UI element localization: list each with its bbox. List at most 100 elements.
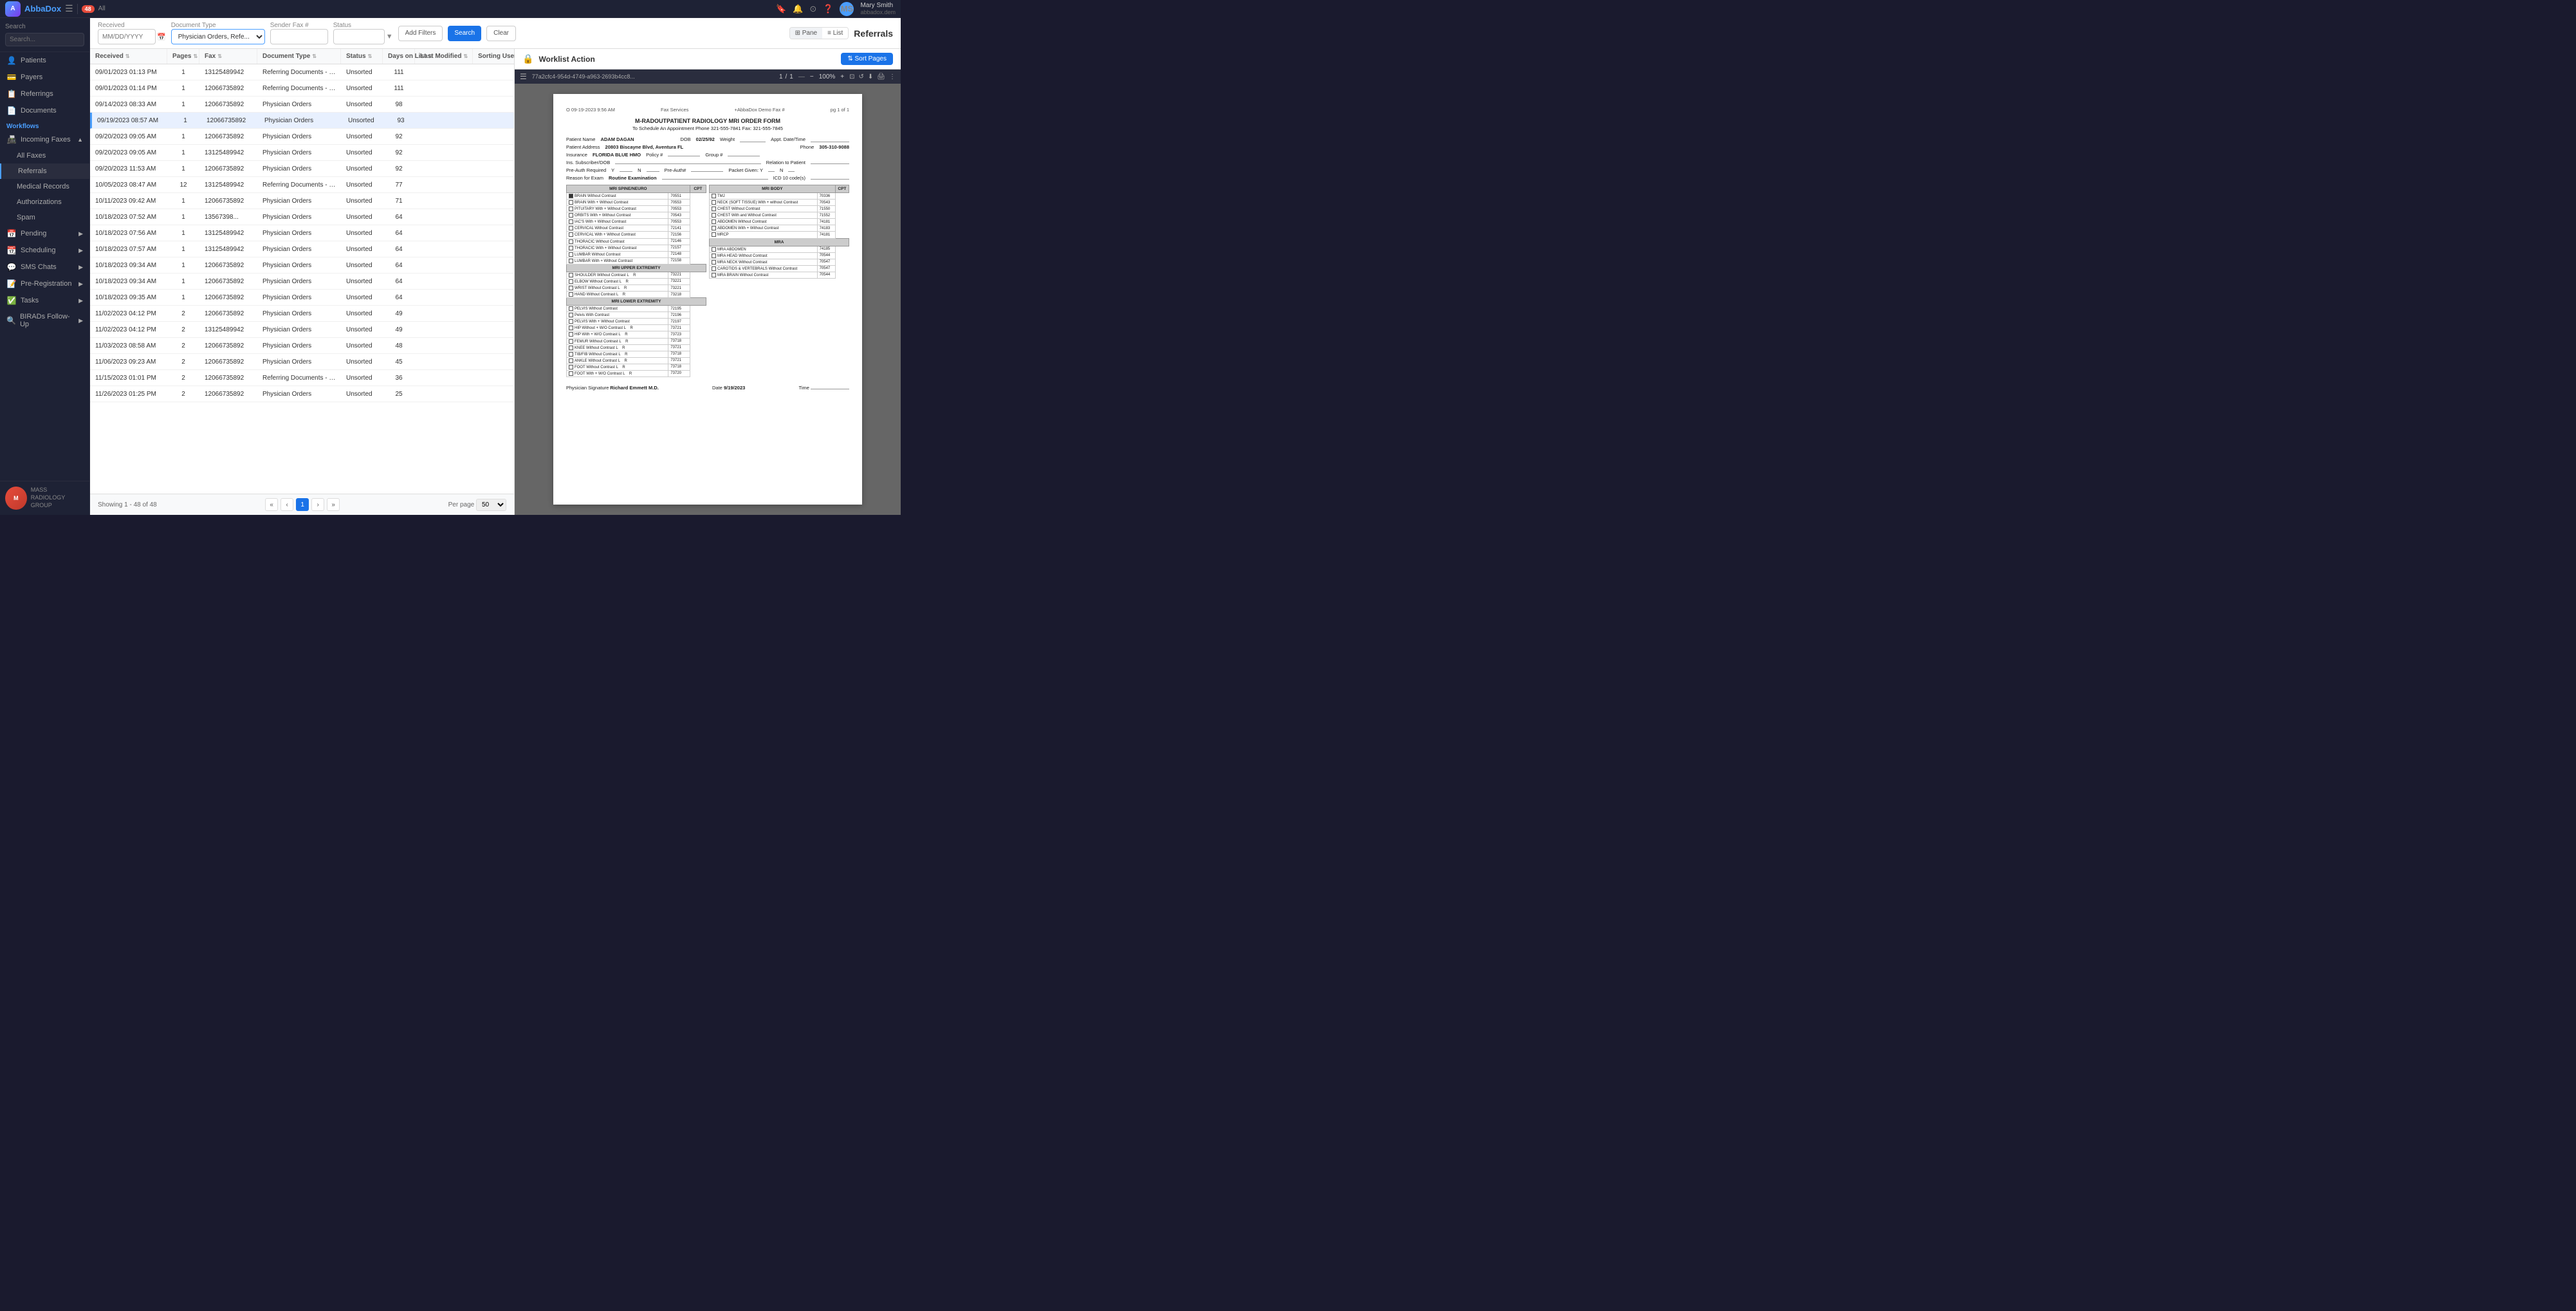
sidebar-item-tasks[interactable]: ✅ Tasks ▶ [0, 292, 89, 309]
table-row[interactable]: 09/20/2023 09:05 AM 1 13125489942 Physic… [90, 145, 514, 161]
add-filters-button[interactable]: Add Filters [398, 26, 443, 41]
sidebar-item-spam[interactable]: Spam [0, 210, 89, 225]
fit-page-icon[interactable]: ⊡ [849, 73, 854, 80]
table-row[interactable]: 10/18/2023 07:52 AM 1 13567398... Physic… [90, 209, 514, 225]
th-status[interactable]: Status ⇅ [341, 49, 383, 64]
sidebar-item-referrings[interactable]: 📋 Referrings [0, 86, 89, 102]
status-input[interactable] [333, 29, 385, 44]
table-row[interactable]: 11/26/2023 01:25 PM 2 12066735892 Physic… [90, 386, 514, 402]
more-options-icon[interactable]: ⋮ [889, 73, 896, 80]
appt-line [811, 136, 849, 142]
sort-modified-icon: ⇅ [463, 53, 468, 59]
table-row[interactable]: 11/02/2023 04:12 PM 2 12066735892 Physic… [90, 306, 514, 322]
calendar-icon[interactable]: 📅 [157, 33, 166, 41]
bell-icon[interactable]: 🔔 [793, 4, 803, 14]
notification-badge[interactable]: 48 [82, 5, 95, 13]
sidebar-item-pre-registration[interactable]: 📝 Pre-Registration ▶ [0, 275, 89, 292]
pane-view-button[interactable]: ⊞ Pane [790, 28, 823, 39]
th-modified[interactable]: Last Modified ⇅ [415, 49, 473, 64]
table-row[interactable]: 10/18/2023 09:35 AM 1 12066735892 Physic… [90, 290, 514, 306]
td-doctype: Physician Orders [257, 98, 341, 111]
user-avatar[interactable]: MS [840, 2, 854, 16]
prev-page-button[interactable]: ‹ [281, 498, 293, 511]
sidebar-item-authorizations[interactable]: Authorizations [0, 194, 89, 210]
th-received[interactable]: Received ⇅ [90, 49, 167, 64]
cpt-tmj: 70336 [817, 193, 835, 200]
per-page-select[interactable]: 50 25 100 [476, 499, 506, 511]
patients-icon: 👤 [6, 56, 17, 65]
page-1-button[interactable]: 1 [296, 498, 309, 511]
table-row[interactable]: 10/05/2023 08:47 AM 12 13125489942 Refer… [90, 177, 514, 193]
status-dropdown-icon[interactable]: ▼ [386, 33, 393, 41]
table-row[interactable]: 10/18/2023 07:57 AM 1 13125489942 Physic… [90, 241, 514, 257]
sort-pages-button[interactable]: ⇅ Sort Pages [841, 53, 893, 65]
circle-icon[interactable]: ⊙ [809, 4, 816, 14]
sidebar-item-sms-chats[interactable]: 💬 SMS Chats ▶ [0, 259, 89, 275]
th-days[interactable]: Days on List ⇅ [383, 49, 415, 64]
preauth-y: Y [611, 167, 614, 173]
clear-button[interactable]: Clear [486, 26, 516, 41]
sidebar-item-all-faxes[interactable]: All Faxes [0, 148, 89, 163]
table-row[interactable]: 11/03/2023 08:58 AM 2 12066735892 Physic… [90, 338, 514, 354]
table-row[interactable]: 09/14/2023 08:33 AM 1 12066735892 Physic… [90, 97, 514, 113]
table-row[interactable]: 09/20/2023 09:05 AM 1 12066735892 Physic… [90, 129, 514, 145]
rotate-icon[interactable]: ↺ [859, 73, 864, 80]
table-row[interactable]: 11/02/2023 04:12 PM 2 13125489942 Physic… [90, 322, 514, 338]
received-date-input[interactable] [98, 29, 156, 44]
cpt-hip-without: 73721 [668, 325, 690, 331]
td-fax: 12066735892 [199, 339, 257, 353]
sidebar-item-pending[interactable]: 📅 Pending ▶ [0, 225, 89, 242]
td-days: 92 [383, 130, 415, 144]
doctype-select[interactable]: Physician Orders, Refe... [171, 29, 265, 44]
search-input[interactable] [5, 33, 84, 46]
table-row[interactable]: 09/19/2023 08:57 AM 1 12066735892 Physic… [90, 113, 514, 129]
status-filter-group: Status ▼ [333, 22, 393, 44]
sender-fax-input[interactable] [270, 29, 328, 44]
list-view-button[interactable]: ≡ List [822, 28, 848, 39]
cpt-ankle: 73721 [668, 357, 690, 364]
mri-body-header: MRI BODY [710, 185, 836, 193]
table-row[interactable]: 10/18/2023 09:34 AM 1 12066735892 Physic… [90, 257, 514, 274]
td-received: 10/18/2023 07:56 AM [90, 227, 167, 240]
sidebar-item-scheduling[interactable]: 📆 Scheduling ▶ [0, 242, 89, 259]
table-row[interactable]: 09/01/2023 01:13 PM 1 13125489942 Referr… [90, 64, 514, 80]
sidebar-item-incoming-faxes[interactable]: 📠 Incoming Faxes ▲ [0, 131, 89, 148]
row-neck: NECK (SOFT TISSUE) With + without Contra… [710, 200, 818, 206]
sidebar-item-medical-records[interactable]: Medical Records [0, 179, 89, 194]
th-doctype[interactable]: Document Type ⇅ [257, 49, 341, 64]
td-received: 10/18/2023 09:34 AM [90, 275, 167, 288]
next-page-button[interactable]: › [311, 498, 324, 511]
table-row[interactable]: 10/18/2023 09:34 AM 1 12066735892 Physic… [90, 274, 514, 290]
last-page-button[interactable]: » [327, 498, 340, 511]
sort-pages-label: Sort Pages [855, 55, 887, 62]
print-icon[interactable]: 🖨 [877, 73, 885, 80]
menu-icon[interactable]: ☰ [65, 3, 73, 14]
sidebar-item-birads[interactable]: 🔍 BIRADs Follow-Up ▶ [0, 309, 89, 332]
table-row[interactable]: 10/18/2023 07:56 AM 1 13125489942 Physic… [90, 225, 514, 241]
download-icon[interactable]: ⬇ [868, 73, 873, 80]
toolbar-menu-icon[interactable]: ☰ [520, 72, 527, 81]
cpt-brain-with: 70553 [668, 200, 690, 206]
zoom-in-icon[interactable]: + [840, 73, 844, 80]
zoom-out-icon[interactable]: − [810, 73, 814, 80]
table-row[interactable]: 11/15/2023 01:01 PM 2 12066735892 Referr… [90, 370, 514, 386]
sidebar-item-payers[interactable]: 💳 Payers [0, 69, 89, 86]
sidebar-item-documents[interactable]: 📄 Documents [0, 102, 89, 119]
table-row[interactable]: 09/20/2023 11:53 AM 1 12066735892 Physic… [90, 161, 514, 177]
sidebar-item-patients[interactable]: 👤 Patients [0, 52, 89, 69]
sidebar-item-referrals[interactable]: Referrals [0, 163, 89, 179]
bookmark-icon[interactable]: 🔖 [776, 4, 786, 14]
showing-range: 1 - 48 of 48 [124, 501, 157, 508]
preview-toolbar-right: ⊡ ↺ ⬇ 🖨 ⋮ [849, 73, 896, 80]
th-fax[interactable]: Fax ⇅ [199, 49, 257, 64]
th-pages[interactable]: Pages ⇅ [167, 49, 199, 64]
row-foot-with: FOOT With + W/O Contrast L R [567, 370, 668, 377]
first-page-button[interactable]: « [265, 498, 278, 511]
help-icon[interactable]: ❓ [823, 4, 833, 14]
th-sorting[interactable]: Sorting User ⇅ [473, 49, 518, 64]
table-row[interactable]: 10/11/2023 09:42 AM 1 12066735892 Physic… [90, 193, 514, 209]
worklist-icon: 🔒 [522, 53, 533, 64]
table-row[interactable]: 11/06/2023 09:23 AM 2 12066735892 Physic… [90, 354, 514, 370]
search-button[interactable]: Search [448, 26, 481, 41]
table-row[interactable]: 09/01/2023 01:14 PM 1 12066735892 Referr… [90, 80, 514, 97]
